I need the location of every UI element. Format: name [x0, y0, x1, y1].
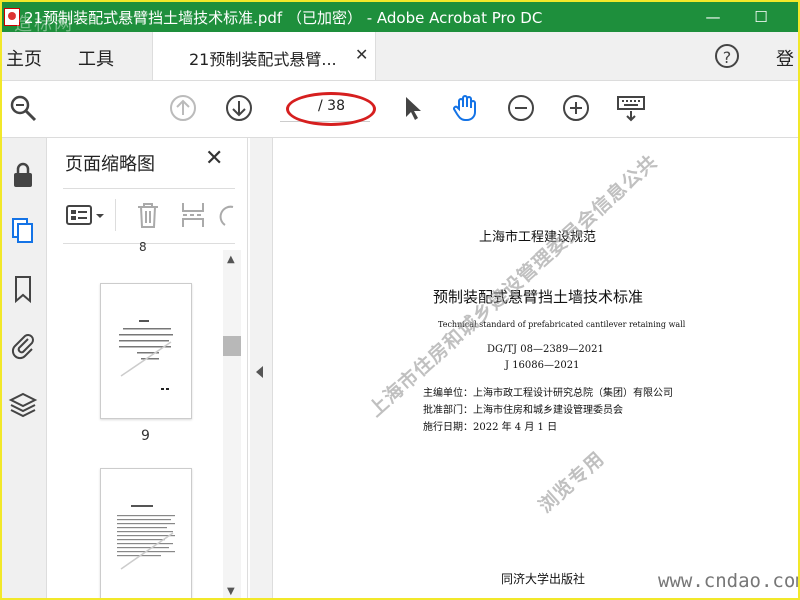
- delete-page-icon[interactable]: [135, 201, 161, 229]
- title-bar: 21预制装配式悬臂挡土墙技术标准.pdf （已加密） - Adobe Acrob…: [2, 2, 798, 35]
- page-9-label: 9: [141, 428, 150, 444]
- navigation-rail: [2, 138, 47, 598]
- thumbnail-options-icon[interactable]: [65, 203, 105, 229]
- previous-page-label: 8: [139, 240, 147, 254]
- thumbnails-panel: 页面缩略图 ✕ 8 9 ▲ ▼: [47, 138, 248, 598]
- zoom-out-icon[interactable]: [506, 93, 536, 123]
- scroll-up-icon[interactable]: ▲: [227, 254, 235, 265]
- extract-page-icon[interactable]: [179, 201, 207, 229]
- menu-home[interactable]: 主页: [6, 45, 42, 71]
- document-tab-label: 21预制装配式悬臂...: [189, 50, 337, 69]
- hand-tool-icon[interactable]: [451, 93, 481, 123]
- thumbnails-scrollbar[interactable]: ▲ ▼: [223, 250, 241, 598]
- doc-editor: 主编单位：上海市政工程设计研究总院（集团）有限公司: [423, 388, 673, 399]
- doc-code-1: DG/TJ 08—2389—2021: [487, 344, 604, 355]
- page-up-icon[interactable]: [168, 93, 198, 123]
- attachment-icon[interactable]: [8, 330, 38, 360]
- zoom-in-icon[interactable]: [561, 93, 591, 123]
- doc-effective-date: 施行日期：2022 年 4 月 1 日: [423, 422, 558, 433]
- thumbnails-panel-title: 页面缩略图: [65, 154, 155, 175]
- minimize-button[interactable]: —: [696, 2, 730, 32]
- keyboard-scroll-icon[interactable]: [616, 93, 646, 123]
- document-page: 上海市工程建设规范 预制装配式悬臂挡土墙技术标准 Technical stand…: [273, 138, 798, 598]
- page-number-highlight: [286, 92, 376, 126]
- collapse-arrow-icon: [256, 366, 263, 378]
- scrollbar-thumb[interactable]: [223, 336, 241, 356]
- thumbnail-page-10[interactable]: [100, 468, 192, 598]
- close-tab-icon[interactable]: ✕: [355, 45, 368, 64]
- scroll-down-icon[interactable]: ▼: [227, 586, 235, 597]
- lock-icon[interactable]: [8, 160, 38, 190]
- doc-publisher: 同济大学出版社: [501, 572, 586, 586]
- thumbnail-page-10-preview: [117, 505, 175, 570]
- thumbnail-tools: [63, 188, 235, 244]
- page-down-icon[interactable]: [224, 93, 254, 123]
- doc-approver: 批准部门：上海市住房和城乡建设管理委员会: [423, 405, 623, 416]
- tool-divider: [115, 199, 116, 231]
- rotate-page-icon[interactable]: [219, 201, 235, 229]
- thumbnail-page-9[interactable]: [100, 283, 192, 419]
- app-window: 21预制装配式悬臂挡土墙技术标准.pdf （已加密） - Adobe Acrob…: [0, 0, 800, 600]
- site-watermark: www.cndao.com: [658, 570, 800, 592]
- help-icon[interactable]: ?: [715, 44, 739, 68]
- thumbnail-page-9-preview: [119, 320, 173, 390]
- page-thumbnails-icon[interactable]: [8, 216, 38, 246]
- panel-collapse-handle[interactable]: [250, 138, 273, 598]
- menu-bar: 主页 工具 21预制装配式悬臂... ✕ ? 登: [2, 32, 798, 81]
- close-panel-icon[interactable]: ✕: [205, 146, 223, 171]
- menu-tools[interactable]: 工具: [78, 45, 114, 71]
- bookmark-icon[interactable]: [8, 274, 38, 304]
- window-title: 21预制装配式悬臂挡土墙技术标准.pdf （已加密） - Adobe Acrob…: [24, 9, 543, 27]
- select-cursor-icon[interactable]: [398, 93, 428, 123]
- search-icon[interactable]: [8, 93, 38, 123]
- maximize-button[interactable]: ☐: [744, 2, 778, 32]
- doc-title: 预制装配式悬臂挡土墙技术标准: [433, 288, 644, 306]
- layers-icon[interactable]: [8, 390, 38, 420]
- document-tab[interactable]: 21预制装配式悬臂... ✕: [152, 32, 376, 80]
- doc-code-2: J 16086—2021: [505, 360, 580, 371]
- sign-in-button[interactable]: 登: [776, 45, 794, 71]
